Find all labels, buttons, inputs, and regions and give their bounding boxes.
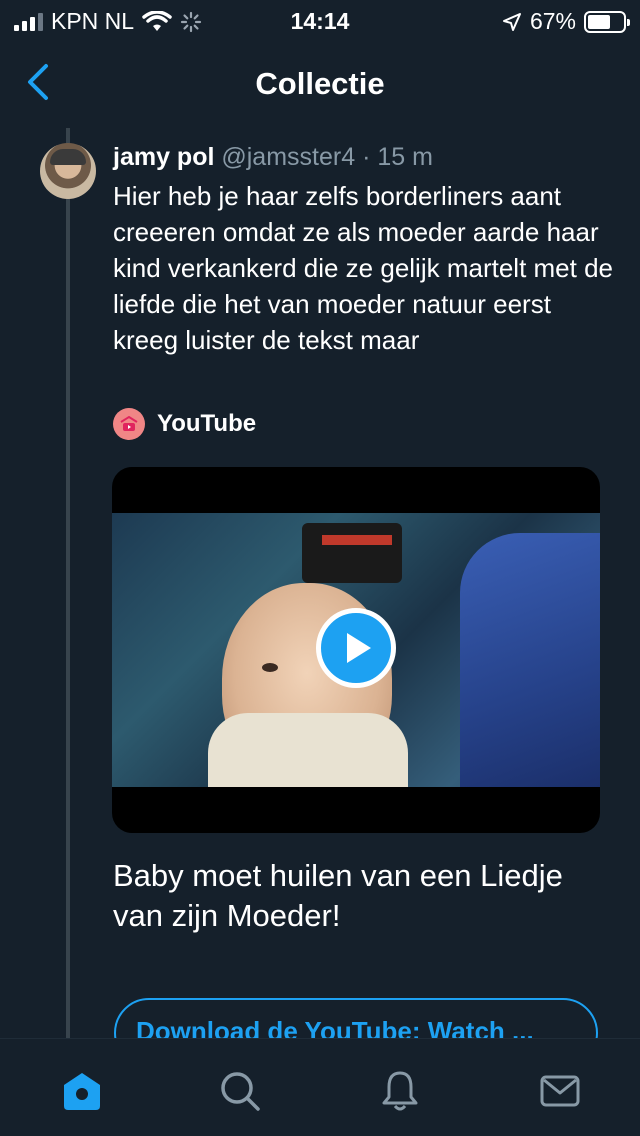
tab-home[interactable] (58, 1067, 106, 1115)
tweet-age: 15 m (377, 143, 433, 171)
card-source: YouTube (113, 408, 256, 440)
video-thumbnail[interactable] (112, 467, 600, 833)
search-icon (221, 1072, 260, 1111)
separator-dot: · (355, 143, 378, 171)
battery-percent: 67% (529, 8, 576, 34)
tab-search[interactable] (216, 1067, 264, 1115)
tweet-text: Hier heb je haar zelfs borderliners aant… (113, 181, 614, 355)
card-title[interactable]: Baby moet huilen van een Liedje van zijn… (113, 856, 593, 936)
avatar[interactable] (40, 143, 96, 199)
battery-icon (584, 10, 630, 33)
messages-icon (540, 1075, 580, 1107)
author-handle[interactable]: @jamsster4 (221, 143, 355, 171)
thread-line (66, 128, 70, 1038)
notifications-icon (382, 1071, 418, 1111)
home-icon (64, 1073, 100, 1110)
play-button[interactable] (316, 608, 396, 688)
status-bar: KPN NL 14:14 67% (0, 0, 640, 40)
card-source-label: YouTube (157, 410, 257, 437)
location-arrow-icon (502, 12, 521, 31)
tab-messages[interactable] (536, 1067, 584, 1115)
play-icon (347, 633, 371, 663)
page-title: Collectie (255, 66, 385, 101)
youtube-source-icon (113, 408, 145, 440)
tweet-header: jamy pol @jamsster4 · 15 m (113, 143, 433, 172)
status-right: 67% (502, 8, 630, 35)
tab-notifications[interactable] (376, 1067, 424, 1115)
author-name[interactable]: jamy pol (113, 143, 214, 171)
nav-bar: Collectie (0, 52, 640, 116)
tab-bar (0, 1038, 640, 1136)
